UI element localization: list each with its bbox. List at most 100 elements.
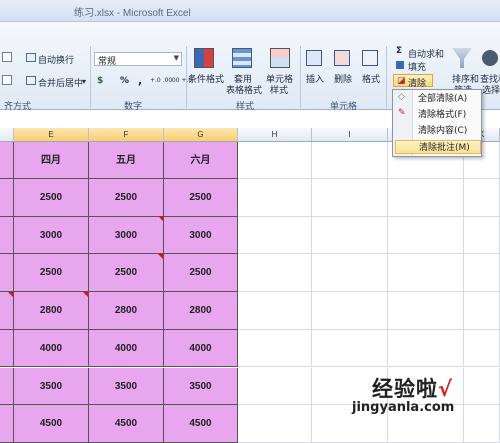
empty-cell[interactable]: [312, 254, 388, 293]
table-cell[interactable]: 4500: [89, 405, 164, 443]
empty-cell[interactable]: [238, 292, 312, 330]
sort-filter-icon: [452, 48, 472, 68]
insert-button[interactable]: 插入: [306, 72, 324, 85]
empty-cell[interactable]: [238, 329, 312, 368]
table-cell[interactable]: 3500: [14, 367, 89, 406]
delete-icon: [334, 50, 350, 66]
table-cell[interactable]: 2500: [164, 179, 238, 217]
conditional-format-button[interactable]: 条件格式: [188, 72, 224, 85]
table-cell[interactable]: 4500: [14, 405, 89, 443]
empty-cell[interactable]: [464, 329, 500, 368]
table-cell[interactable]: 3500: [89, 367, 164, 406]
table-cell[interactable]: [0, 179, 14, 217]
empty-cell[interactable]: [312, 142, 388, 179]
alignment-group-label: 齐方式: [4, 102, 32, 112]
eraser-icon: ◪: [397, 76, 406, 86]
number-format-select[interactable]: 常规 ▼: [94, 52, 182, 67]
table-cell[interactable]: 2500: [89, 179, 164, 217]
table-cell[interactable]: 4000: [89, 329, 164, 368]
wrap-text-button[interactable]: 自动换行: [38, 53, 74, 66]
comment-indicator-icon: [83, 292, 88, 297]
empty-cell[interactable]: [388, 329, 464, 368]
empty-cell[interactable]: [238, 216, 312, 255]
column-header-i[interactable]: I: [312, 128, 388, 142]
empty-cell[interactable]: [312, 329, 388, 368]
group-divider: [300, 46, 301, 108]
empty-cell[interactable]: [388, 179, 464, 217]
autosum-button[interactable]: 自动求和: [408, 47, 444, 60]
column-header-f[interactable]: F: [89, 128, 164, 142]
empty-cell[interactable]: [388, 216, 464, 255]
table-cell[interactable]: 3000: [89, 216, 164, 255]
empty-cell[interactable]: [464, 254, 500, 293]
month-header-cell[interactable]: 五月: [89, 142, 164, 179]
table-cell[interactable]: 3000: [164, 216, 238, 255]
empty-cell[interactable]: [464, 405, 500, 443]
empty-cell[interactable]: [238, 367, 312, 406]
percent-button[interactable]: %: [120, 76, 129, 86]
indent-icon[interactable]: [2, 75, 12, 85]
format-button[interactable]: 格式: [362, 72, 380, 85]
empty-cell[interactable]: [312, 179, 388, 217]
table-format-label-2: 表格格式: [226, 86, 263, 96]
empty-cell[interactable]: [238, 254, 312, 293]
table-cell[interactable]: 2500: [164, 254, 238, 293]
currency-button[interactable]: $: [97, 76, 103, 86]
table-cell[interactable]: 2800: [164, 292, 238, 330]
clear-button[interactable]: ◪ 清除: [393, 74, 433, 89]
empty-cell[interactable]: [312, 216, 388, 255]
table-cell[interactable]: 4000: [164, 329, 238, 368]
empty-cell[interactable]: [238, 179, 312, 217]
table-cell[interactable]: [0, 405, 14, 443]
empty-cell[interactable]: [464, 367, 500, 406]
merge-dropdown-arrow[interactable]: ▾: [82, 77, 86, 86]
table-cell[interactable]: 4500: [164, 405, 238, 443]
empty-cell[interactable]: [464, 292, 500, 330]
table-cell[interactable]: [0, 216, 14, 255]
table-cell[interactable]: 2800: [14, 292, 89, 330]
comment-indicator-icon: [158, 254, 163, 259]
cells-group-label: 单元格: [330, 102, 358, 112]
column-header-e[interactable]: E: [14, 128, 89, 142]
fill-button[interactable]: 填充: [408, 60, 426, 73]
delete-button[interactable]: 删除: [334, 72, 352, 85]
table-cell[interactable]: 2500: [14, 254, 89, 293]
comma-button[interactable]: ,: [138, 74, 142, 87]
increase-decimal-button[interactable]: +.0 .00: [150, 77, 172, 84]
table-cell[interactable]: [0, 367, 14, 406]
column-header-g[interactable]: G: [164, 128, 238, 142]
column-header-d[interactable]: [0, 128, 14, 142]
clear-format-icon: ✎: [398, 108, 406, 118]
cell-styles-label-2: 样式: [270, 86, 289, 96]
merge-center-button[interactable]: 合并后居中: [38, 76, 83, 89]
menu-item-clear-formats[interactable]: 清除格式(F): [415, 108, 481, 122]
table-cell[interactable]: 4000: [14, 329, 89, 368]
empty-cell[interactable]: [312, 292, 388, 330]
empty-cell[interactable]: [388, 292, 464, 330]
column-header-h[interactable]: H: [238, 128, 312, 142]
comment-indicator-icon: [8, 292, 13, 297]
table-cell[interactable]: 2500: [89, 254, 164, 293]
month-header-cell[interactable]: 四月: [14, 142, 89, 179]
empty-cell[interactable]: [464, 179, 500, 217]
window-title: 练习.xlsx - Microsoft Excel: [74, 8, 191, 19]
month-header-cell[interactable]: 六月: [164, 142, 238, 179]
table-cell[interactable]: 2500: [14, 179, 89, 217]
table-cell[interactable]: [0, 329, 14, 368]
align-icon[interactable]: [2, 52, 12, 62]
empty-cell[interactable]: [238, 142, 312, 179]
empty-cell[interactable]: [238, 405, 312, 443]
group-divider: [186, 46, 187, 108]
empty-cell[interactable]: [464, 216, 500, 255]
table-cell[interactable]: [0, 254, 14, 293]
empty-cell[interactable]: [388, 254, 464, 293]
watermark-check: √: [438, 377, 454, 401]
table-cell[interactable]: [0, 292, 14, 330]
table-cell[interactable]: 2800: [89, 292, 164, 330]
menu-item-clear-contents[interactable]: 清除内容(C): [415, 124, 481, 138]
table-cell[interactable]: 3000: [14, 216, 89, 255]
menu-item-clear-comments[interactable]: 清除批注(M): [395, 140, 481, 154]
menu-item-clear-all[interactable]: 全部清除(A): [415, 92, 481, 106]
table-cell[interactable]: 3500: [164, 367, 238, 406]
table-cell[interactable]: [0, 142, 14, 179]
